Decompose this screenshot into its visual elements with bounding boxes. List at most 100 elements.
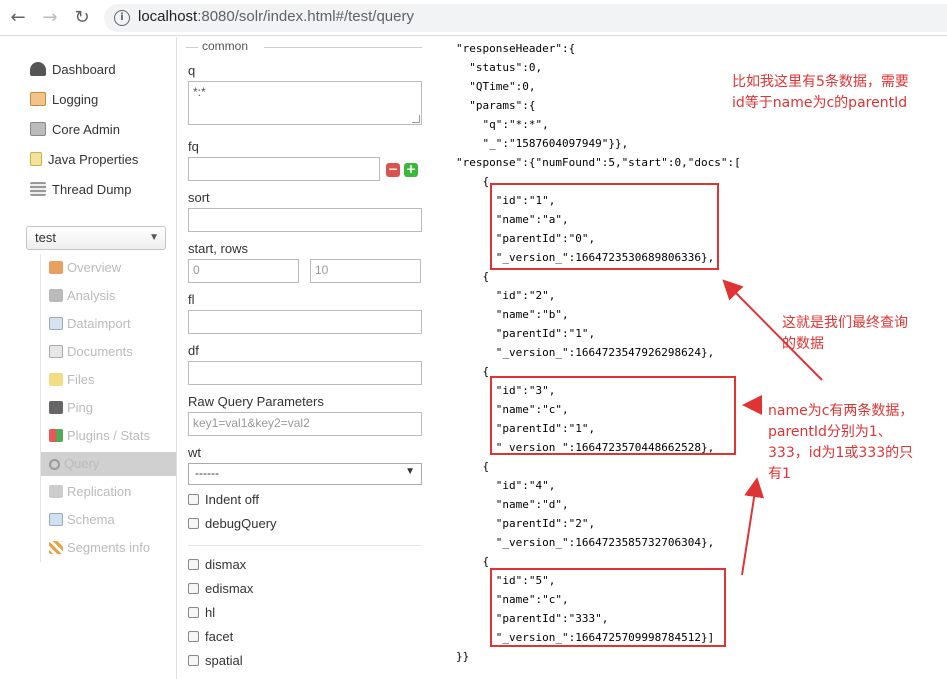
documents-icon	[49, 345, 63, 358]
add-fq-button[interactable]: +	[404, 163, 418, 177]
start-value: 0	[193, 263, 200, 277]
ping-icon	[49, 401, 63, 414]
core-menu-item-segments-info[interactable]: Segments info	[49, 536, 150, 560]
checkbox-icon[interactable]	[188, 655, 199, 666]
fq-input[interactable]	[188, 157, 380, 181]
plugins-icon	[49, 429, 63, 442]
checkbox-icon[interactable]	[188, 583, 199, 594]
core-menu-label: Overview	[67, 260, 122, 275]
highlight-doc-5	[490, 568, 726, 647]
core-selector[interactable]: test ▼	[26, 226, 166, 250]
url-text[interactable]: localhost:8080/solr/index.html#/test/que…	[138, 8, 414, 25]
core-menu-label: Schema	[67, 512, 115, 527]
checkbox-icon[interactable]	[188, 607, 199, 618]
json-line: "responseHeader":{	[456, 42, 576, 55]
json-line: "id":"2",	[456, 289, 556, 302]
spatial-label: spatial	[205, 653, 243, 668]
sidebar-item-core-admin[interactable]: Core Admin	[30, 119, 120, 141]
sidebar-item-logging[interactable]: Logging	[30, 89, 98, 111]
sidebar-item-java-properties[interactable]: Java Properties	[30, 149, 138, 171]
core-menu-item-overview[interactable]: Overview	[49, 256, 121, 280]
legend-text: common	[202, 39, 249, 53]
checkbox-icon[interactable]	[188, 494, 199, 505]
core-menu-label: Plugins / Stats	[67, 428, 151, 443]
core-menu: Overview Analysis Dataimport Documents F…	[40, 254, 177, 562]
sidebar-item-thread-dump[interactable]: Thread Dump	[30, 179, 131, 201]
json-line: "name":"b",	[456, 308, 569, 321]
spatial-checkbox[interactable]: spatial	[188, 652, 243, 670]
core-selector-value: test	[35, 230, 56, 245]
core-menu-item-ping[interactable]: Ping	[49, 396, 93, 420]
json-line: "parentId":"1",	[456, 327, 596, 340]
core-menu-label: Dataimport	[67, 316, 131, 331]
bottom-note-line: 333，id为1或333的只	[768, 445, 914, 461]
json-line: "params":{	[456, 99, 536, 112]
core-menu-item-plugins-stats[interactable]: Plugins / Stats	[49, 424, 150, 448]
sidebar-item-dashboard[interactable]: Dashboard	[30, 59, 116, 81]
edismax-checkbox[interactable]: edismax	[188, 580, 253, 598]
core-menu-item-replication[interactable]: Replication	[49, 480, 131, 504]
chevron-down-icon: ▼	[149, 232, 159, 243]
address-bar[interactable]: i localhost:8080/solr/index.html#/test/q…	[104, 4, 947, 32]
df-input[interactable]	[188, 361, 422, 385]
start-input[interactable]: 0	[188, 259, 299, 283]
core-menu-label: Ping	[67, 400, 94, 415]
json-line: "_version_":1664723547926298624},	[456, 346, 715, 359]
remove-fq-button[interactable]: −	[386, 163, 400, 177]
facet-checkbox[interactable]: facet	[188, 628, 233, 646]
core-menu-item-analysis[interactable]: Analysis	[49, 284, 115, 308]
sidebar-item-label: Dashboard	[52, 62, 116, 77]
checkbox-icon[interactable]	[188, 631, 199, 642]
raw-params-input[interactable]: key1=val1&key2=val2	[188, 412, 422, 436]
core-menu-item-files[interactable]: Files	[49, 368, 94, 392]
highlight-doc-3	[490, 376, 736, 455]
hl-checkbox[interactable]: hl	[188, 604, 215, 622]
json-line: "QTime":0,	[456, 80, 536, 93]
sort-input[interactable]	[188, 208, 422, 232]
folder-icon	[49, 373, 63, 386]
back-arrow-icon[interactable]: ←	[6, 6, 30, 30]
thread-dump-icon	[30, 182, 46, 196]
home-icon	[49, 261, 63, 274]
funnel-icon	[49, 289, 63, 302]
forward-arrow-icon[interactable]: →	[38, 6, 62, 30]
middle-note: 这就是我们最终查询 的数据	[782, 313, 908, 355]
raw-params-placeholder: key1=val1&key2=val2	[193, 416, 310, 430]
core-menu-label: Query	[64, 456, 100, 471]
core-menu-label: Analysis	[67, 288, 116, 303]
debugquery-checkbox[interactable]: debugQuery	[188, 515, 277, 533]
core-menu-item-query[interactable]: Query	[41, 452, 177, 476]
json-line: "status":0,	[456, 61, 543, 74]
common-legend: common	[186, 39, 422, 55]
core-menu-label: Documents	[67, 344, 133, 359]
wt-select[interactable]: ------ ▼	[188, 463, 422, 485]
dismax-label: dismax	[205, 557, 247, 572]
checkbox-icon[interactable]	[188, 518, 199, 529]
fl-input[interactable]	[188, 310, 422, 334]
reload-icon[interactable]: ↻	[70, 6, 94, 30]
dataimport-icon	[49, 317, 63, 330]
core-menu-item-documents[interactable]: Documents	[49, 340, 133, 364]
hl-label: hl	[205, 605, 216, 620]
segments-icon	[49, 541, 63, 554]
core-menu-item-dataimport[interactable]: Dataimport	[49, 312, 131, 336]
info-icon[interactable]: i	[114, 10, 130, 26]
query-form: common q *:* fq − + sort start, rows 0 1…	[186, 37, 426, 679]
facet-label: facet	[205, 629, 234, 644]
json-line: "id":"4",	[456, 479, 556, 492]
indent-checkbox[interactable]: Indent off	[188, 491, 259, 509]
checkbox-icon[interactable]	[188, 559, 199, 570]
fq-label: fq	[188, 139, 199, 154]
rows-input[interactable]: 10	[310, 259, 421, 283]
bottom-note-line: parentId分别为1、	[768, 424, 892, 440]
fl-label: fl	[188, 292, 195, 307]
core-menu-item-schema[interactable]: Schema	[49, 508, 115, 532]
json-line: "q":"*:*",	[456, 118, 549, 131]
dashboard-icon	[30, 62, 46, 76]
java-properties-icon	[30, 152, 42, 166]
bottom-note-line: 有1	[768, 466, 791, 482]
sort-label: sort	[188, 190, 210, 205]
dismax-checkbox[interactable]: dismax	[188, 556, 246, 574]
q-input[interactable]: *:*	[188, 81, 422, 125]
resize-grip-icon[interactable]	[412, 115, 420, 123]
